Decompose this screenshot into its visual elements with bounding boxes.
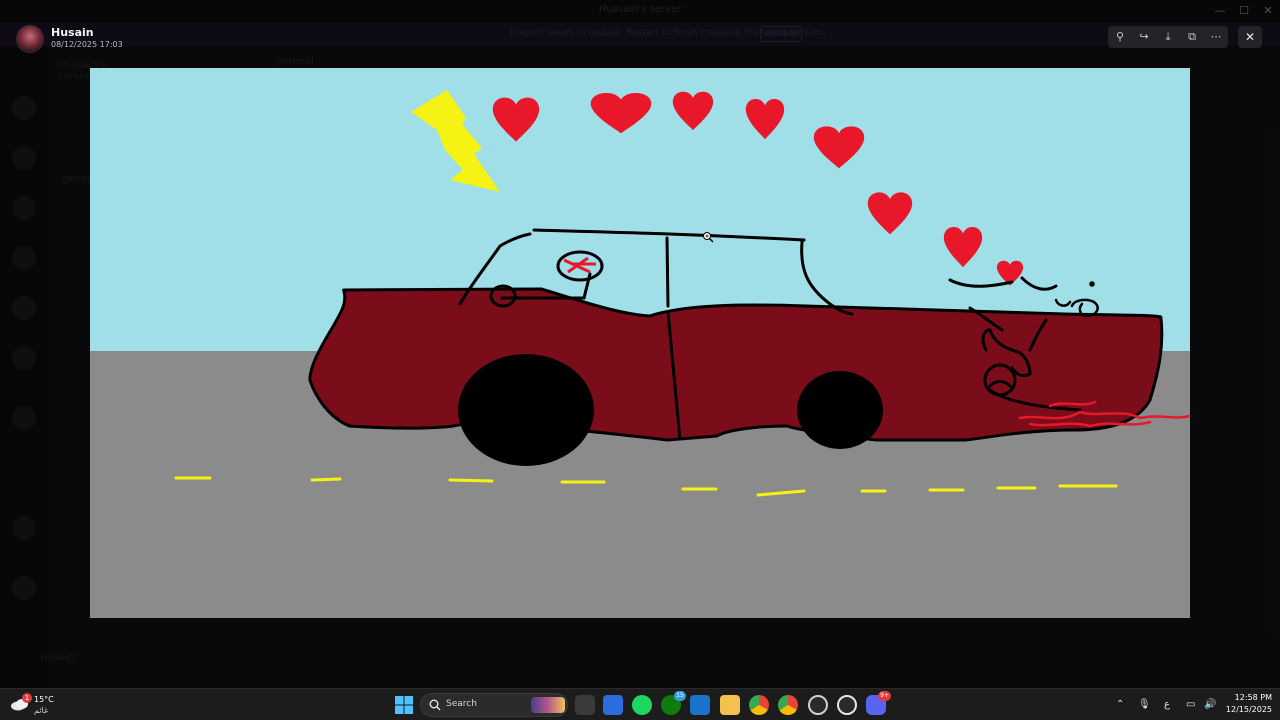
chevron-up-icon[interactable]: ⌃ — [1116, 698, 1124, 712]
xbox-icon[interactable]: 15 — [661, 691, 686, 715]
volume-icon[interactable]: 🔊 — [1204, 698, 1216, 712]
settings-icon[interactable] — [837, 695, 857, 715]
message-timestamp: 08/12/2025 17:03 — [51, 40, 123, 49]
chrome-profile-icon[interactable] — [778, 695, 798, 715]
outlook-icon[interactable] — [690, 695, 710, 715]
store-icon[interactable] — [603, 695, 623, 715]
taskbar-search[interactable]: Search — [420, 693, 568, 717]
chrome-icon[interactable] — [749, 695, 769, 715]
attachment-image[interactable]: فو — [90, 68, 1190, 618]
clock-date[interactable]: 12/15/2025 — [1216, 705, 1272, 714]
microphone-icon[interactable]: 🎙 — [1138, 698, 1151, 712]
windows-taskbar: 1 15°C غائم Search 15 9+ ⌃ 🎙 ع ▭ 🔊 12:58… — [0, 688, 1280, 720]
rear-wheel — [458, 354, 594, 466]
file-explorer-icon[interactable] — [720, 695, 740, 715]
zoom-icon[interactable]: ⚲ — [1112, 29, 1128, 45]
keyboard-language[interactable]: ع — [1164, 698, 1170, 712]
search-icon — [429, 699, 441, 711]
viewer-toolbar: ⚲ ↪ ⤓ ⧉ ⋯ — [1108, 26, 1228, 48]
xbox-badge: 15 — [674, 691, 686, 701]
task-view-icon[interactable] — [575, 695, 595, 715]
open-external-icon[interactable]: ⧉ — [1184, 29, 1200, 45]
sender-name[interactable]: Husain — [51, 26, 94, 39]
front-wheel — [797, 371, 883, 449]
download-icon[interactable]: ⤓ — [1160, 29, 1176, 45]
discord-badge: 9+ — [878, 691, 891, 701]
zoom-cursor-icon — [703, 232, 714, 243]
spotify-icon[interactable] — [632, 695, 652, 715]
network-icon[interactable]: ▭ — [1186, 698, 1195, 712]
avatar[interactable] — [16, 25, 44, 53]
close-viewer-button[interactable]: ✕ — [1238, 26, 1262, 48]
weather-alert-badge: 1 — [22, 693, 32, 703]
search-label: Search — [446, 699, 477, 709]
weather-temperature: 15°C — [34, 695, 54, 704]
weather-description: غائم — [34, 706, 49, 715]
forward-icon[interactable]: ↪ — [1136, 29, 1152, 45]
search-highlight-image — [531, 697, 565, 713]
weather-widget[interactable]: 1 15°C غائم — [10, 693, 70, 717]
windows-start-icon[interactable] — [395, 696, 413, 714]
more-icon[interactable]: ⋯ — [1208, 29, 1224, 45]
steam-icon[interactable] — [808, 695, 828, 715]
discord-icon[interactable]: 9+ — [866, 691, 891, 715]
clock-time[interactable]: 12:58 PM — [1226, 693, 1272, 702]
car-crash-drawing: فو — [90, 68, 1190, 618]
